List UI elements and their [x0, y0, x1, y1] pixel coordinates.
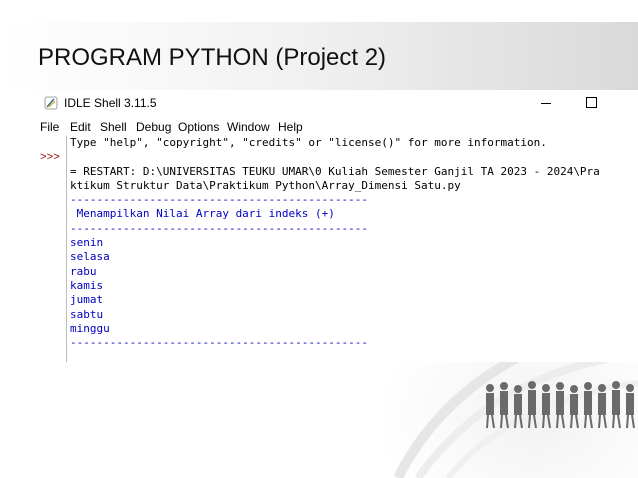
console-line: senin — [70, 236, 104, 250]
window-title: IDLE Shell 3.11.5 — [64, 96, 157, 110]
python-feather-icon — [44, 96, 58, 110]
gutter-separator — [66, 136, 67, 362]
console-line: ktikum Struktur Data\Praktikum Python\Ar… — [70, 178, 461, 192]
menu-options[interactable]: Options — [178, 120, 219, 134]
menu-debug[interactable]: Debug — [136, 120, 171, 134]
menu-bar: File Edit Shell Debug Options Window Hel… — [36, 116, 638, 136]
minimize-icon[interactable] — [541, 103, 551, 104]
shell-output[interactable]: Type "help", "copyright", "credits" or "… — [70, 136, 638, 362]
menu-shell[interactable]: Shell — [100, 120, 127, 134]
console-line: ----------------------------------------… — [70, 221, 369, 235]
menu-window[interactable]: Window — [227, 120, 270, 134]
prompt-gutter: >>> — [36, 136, 66, 362]
window-titlebar: IDLE Shell 3.11.5 — [36, 92, 638, 114]
menu-file[interactable]: File — [40, 120, 59, 134]
console-line: kamis — [70, 278, 104, 292]
console-line: sabtu — [70, 307, 104, 321]
console-line: Type "help", "copyright", "credits" or "… — [70, 136, 547, 149]
console-line: jumat — [70, 293, 104, 307]
slide-title: PROGRAM PYTHON (Project 2) — [38, 44, 387, 71]
console-line: selasa — [70, 250, 110, 264]
console-line: ----------------------------------------… — [70, 336, 369, 350]
console-line: Menampilkan Nilai Array dari indeks (+) — [70, 207, 335, 221]
console-line: ----------------------------------------… — [70, 193, 369, 207]
shell-prompt: >>> — [40, 152, 60, 164]
console-line: = RESTART: D:\UNIVERSITAS TEUKU UMAR\0 K… — [70, 164, 600, 178]
menu-help[interactable]: Help — [278, 120, 303, 134]
menu-edit[interactable]: Edit — [70, 120, 91, 134]
console-line: rabu — [70, 264, 97, 278]
maximize-icon[interactable] — [586, 97, 597, 108]
idle-shell-window: IDLE Shell 3.11.5 File Edit Shell Debug … — [36, 92, 638, 362]
console-line: minggu — [70, 321, 110, 335]
